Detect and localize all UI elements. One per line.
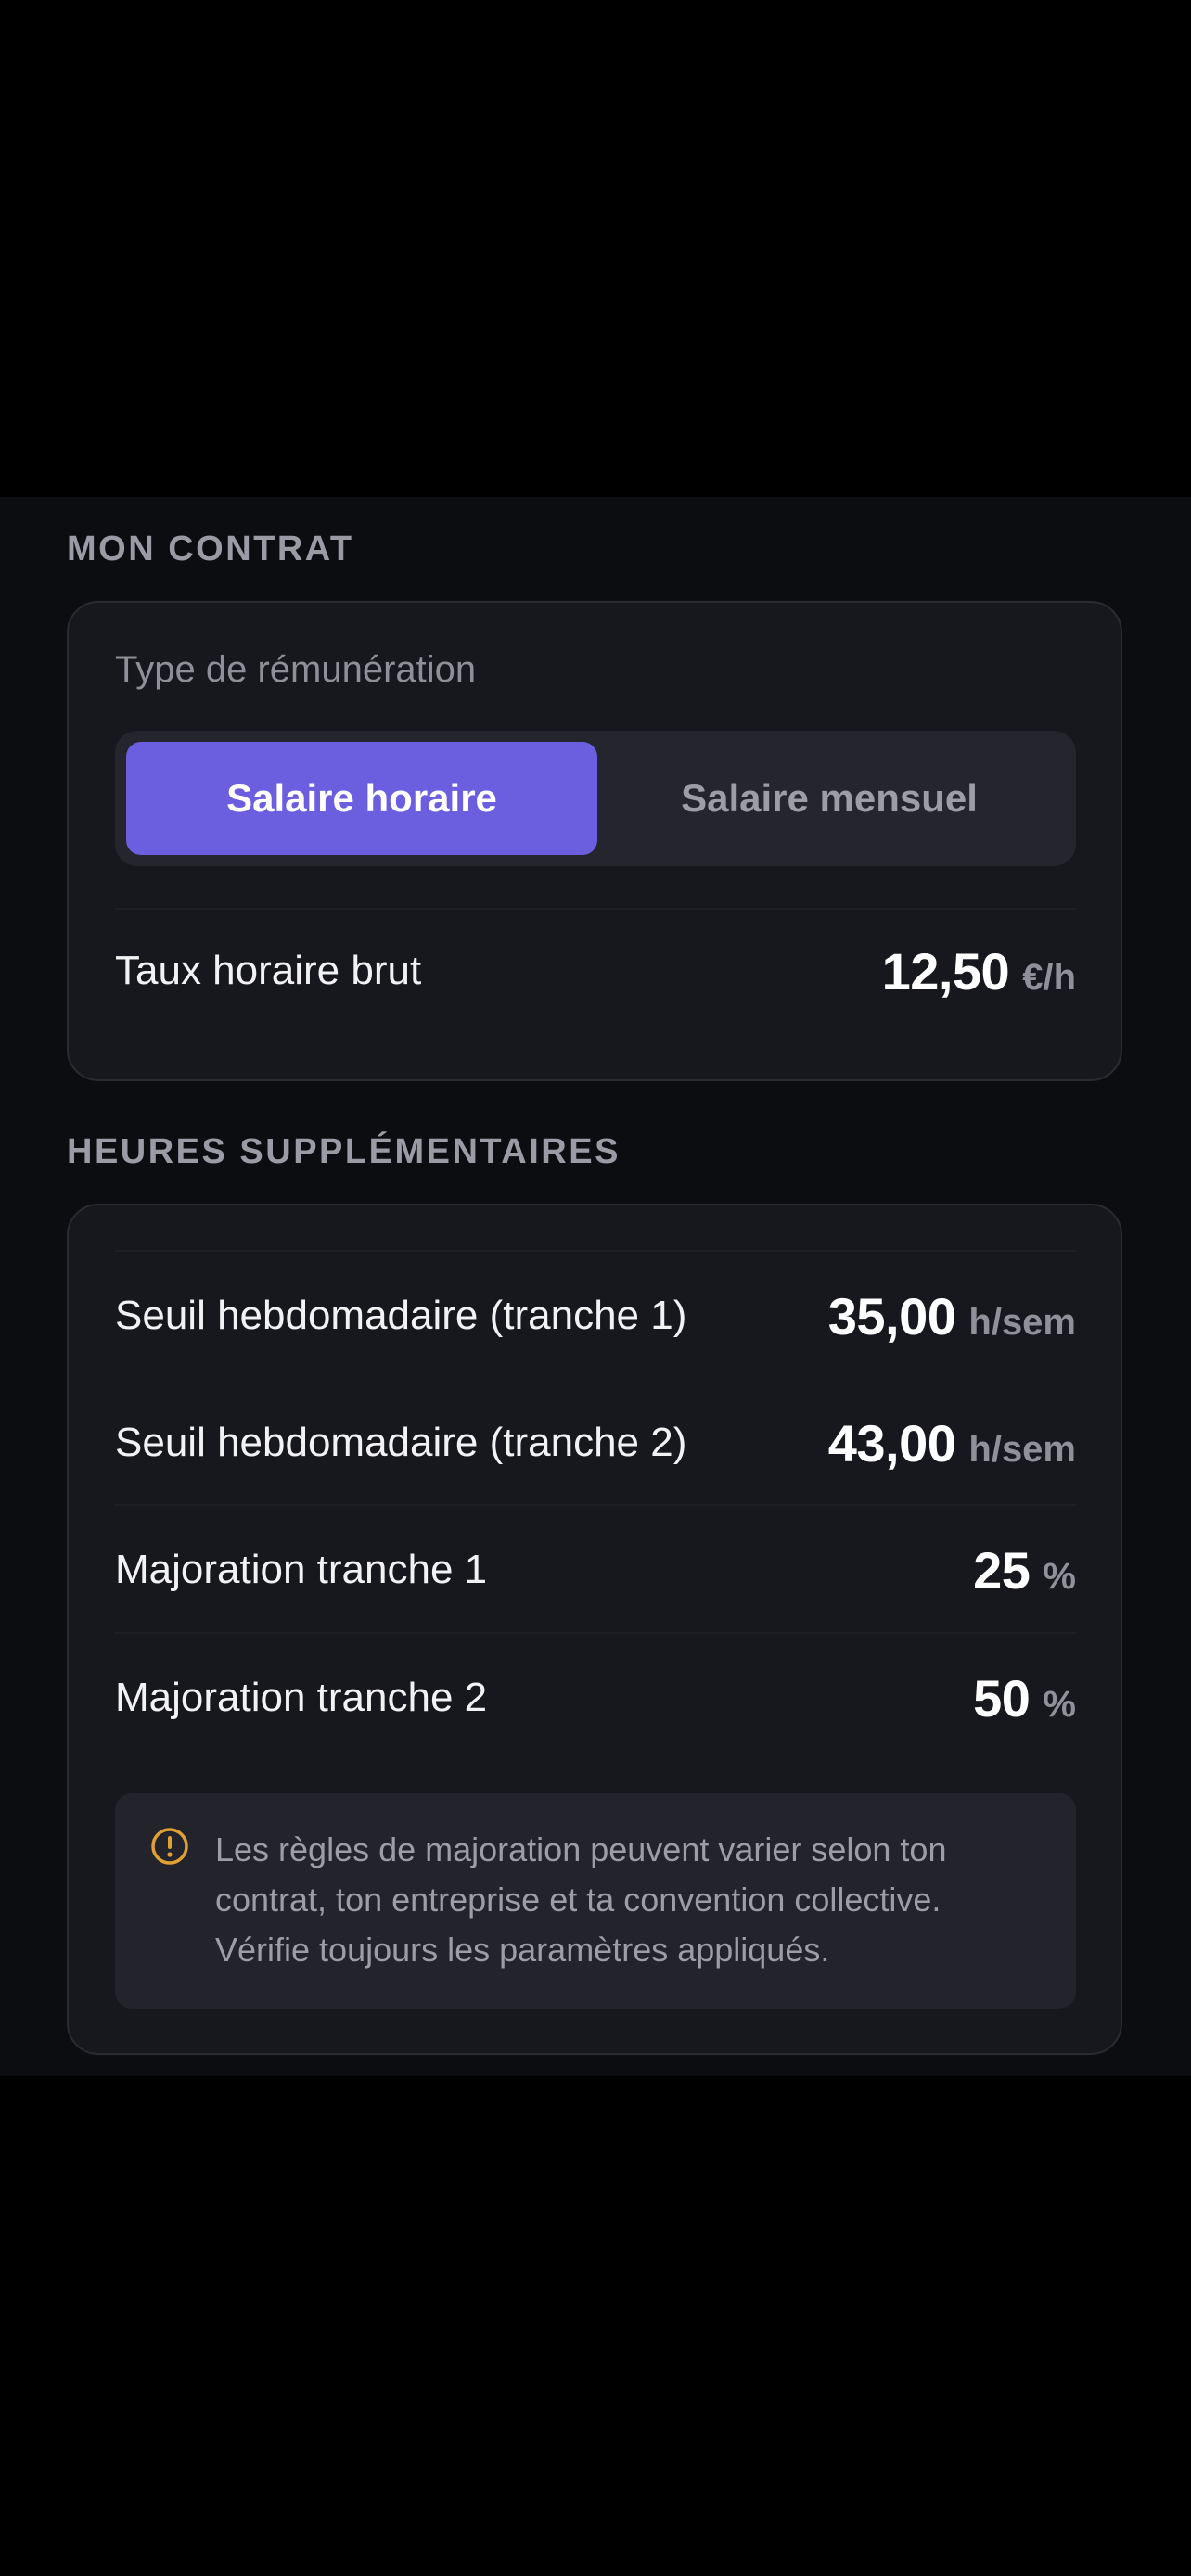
contract-section-title: MON CONTRAT: [67, 529, 354, 568]
threshold-tranche-1-label: Seuil hebdomadaire (tranche 1): [115, 1293, 687, 1338]
threshold-tranche-1-row: Seuil hebdomadaire (tranche 1) 35,00 h/s…: [115, 1256, 1076, 1376]
settings-screen: MON CONTRAT Type de rémunération Salaire…: [0, 497, 1191, 2076]
surcharge-tranche-1-number: 25: [973, 1540, 1031, 1600]
surcharge-tranche-1-row: Majoration tranche 1 25 %: [115, 1510, 1076, 1630]
hourly-rate-value[interactable]: 12,50 €/h: [882, 941, 1076, 1001]
hourly-salary-option[interactable]: Salaire horaire: [126, 742, 597, 855]
threshold-tranche-2-unit: h/sem: [968, 1428, 1076, 1470]
divider: [115, 1250, 1076, 1252]
surcharge-tranche-1-label: Majoration tranche 1: [115, 1547, 488, 1592]
surcharge-tranche-2-row: Majoration tranche 2 50 %: [115, 1638, 1076, 1758]
threshold-tranche-2-value[interactable]: 43,00 h/sem: [828, 1413, 1076, 1473]
hourly-rate-number: 12,50: [881, 941, 1010, 1001]
threshold-tranche-1-unit: h/sem: [968, 1301, 1076, 1343]
pay-type-label: Type de rémunération: [115, 649, 477, 690]
pay-type-segmented-control: Salaire horaire Salaire mensuel: [115, 731, 1076, 866]
surcharge-tranche-2-number: 50: [973, 1668, 1031, 1728]
surcharge-tranche-1-value[interactable]: 25 %: [973, 1540, 1076, 1600]
overtime-section-title: HEURES SUPPLÉMENTAIRES: [67, 1132, 621, 1171]
threshold-tranche-2-number: 43,00: [827, 1413, 956, 1473]
divider: [115, 1632, 1076, 1634]
divider: [115, 1504, 1076, 1506]
hourly-rate-row: Taux horaire brut 12,50 €/h: [115, 909, 1076, 1033]
hourly-rate-unit: €/h: [1022, 956, 1076, 998]
contract-card: Type de rémunération Salaire horaire Sal…: [67, 601, 1122, 1081]
warning-circle-icon: [150, 1827, 189, 1866]
overtime-card: Seuil hebdomadaire (tranche 1) 35,00 h/s…: [67, 1204, 1122, 2055]
monthly-salary-option[interactable]: Salaire mensuel: [594, 742, 1065, 855]
hourly-rate-label: Taux horaire brut: [115, 948, 422, 993]
threshold-tranche-2-label: Seuil hebdomadaire (tranche 2): [115, 1420, 687, 1465]
majoration-notice: Les règles de majoration peuvent varier …: [115, 1793, 1076, 2009]
surcharge-tranche-2-unit: %: [1043, 1683, 1076, 1725]
threshold-tranche-1-number: 35,00: [827, 1286, 956, 1345]
surcharge-tranche-1-unit: %: [1043, 1555, 1076, 1597]
surcharge-tranche-2-label: Majoration tranche 2: [115, 1675, 488, 1720]
threshold-tranche-2-row: Seuil hebdomadaire (tranche 2) 43,00 h/s…: [115, 1383, 1076, 1503]
surcharge-tranche-2-value[interactable]: 50 %: [973, 1668, 1076, 1728]
threshold-tranche-1-value[interactable]: 35,00 h/sem: [828, 1286, 1076, 1346]
notice-text: Les règles de majoration peuvent varier …: [215, 1830, 947, 1969]
